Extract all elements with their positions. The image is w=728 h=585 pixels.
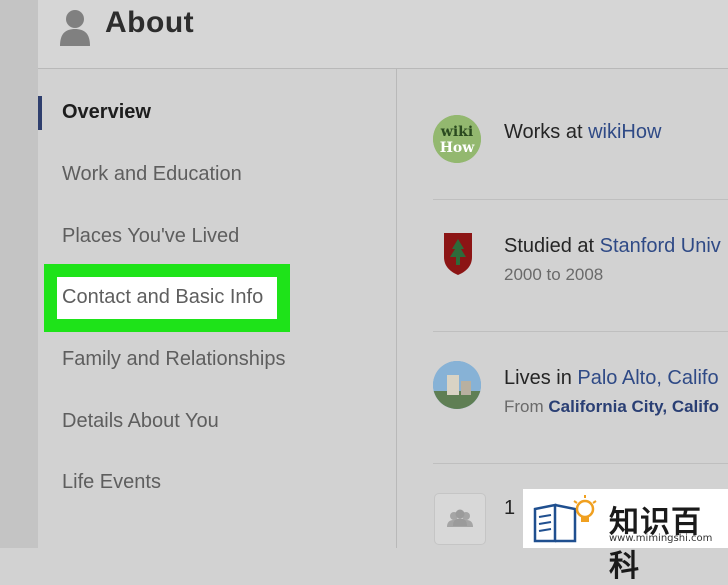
about-header: About bbox=[38, 0, 728, 69]
work-text: Works at wikiHow bbox=[504, 121, 661, 144]
overview-panel: wiki How Works at wikiHow Studied at Sta… bbox=[397, 69, 728, 548]
divider bbox=[433, 463, 728, 464]
svg-text:How: How bbox=[440, 140, 476, 156]
sidebar-item-work-education[interactable]: Work and Education bbox=[62, 163, 242, 186]
family-group-icon[interactable] bbox=[434, 493, 486, 545]
page-title: About bbox=[105, 6, 195, 39]
lives-prefix: Lives in bbox=[504, 367, 578, 389]
lives-text: Lives in Palo Alto, Califo bbox=[504, 367, 719, 390]
education-prefix: Studied at bbox=[504, 235, 600, 257]
sidebar-item-details-about-you[interactable]: Details About You bbox=[62, 410, 219, 433]
left-edge-strip bbox=[0, 0, 38, 548]
active-indicator bbox=[38, 96, 42, 130]
education-text: Studied at Stanford Univ bbox=[504, 235, 721, 258]
from-label: From bbox=[504, 397, 549, 416]
divider bbox=[433, 331, 728, 332]
work-org-link[interactable]: wikiHow bbox=[588, 121, 661, 143]
from-text: From California City, Califo bbox=[504, 397, 719, 417]
work-entry: wiki How Works at wikiHow bbox=[433, 115, 728, 175]
education-org-link[interactable]: Stanford Univ bbox=[600, 235, 721, 257]
watermark: 知识百科 www.mimingshi.com bbox=[523, 489, 728, 584]
stanford-logo-icon[interactable] bbox=[441, 229, 475, 277]
wikihow-logo-icon[interactable]: wiki How bbox=[433, 115, 481, 163]
lives-entry: Lives in Palo Alto, Califo From Californ… bbox=[433, 361, 728, 421]
svg-text:wiki: wiki bbox=[440, 124, 473, 140]
about-sidebar: Overview Work and Education Places You'v… bbox=[38, 69, 397, 548]
book-bulb-logo-icon bbox=[533, 495, 597, 543]
person-silhouette-icon bbox=[60, 10, 90, 46]
family-count: 1 bbox=[504, 497, 516, 519]
watermark-url: www.mimingshi.com bbox=[609, 533, 713, 544]
from-place-link[interactable]: California City, Califo bbox=[548, 397, 719, 416]
sidebar-item-family-relationships[interactable]: Family and Relationships bbox=[62, 348, 285, 371]
sidebar-item-overview[interactable]: Overview bbox=[62, 101, 151, 124]
education-entry: Studied at Stanford Univ 2000 to 2008 bbox=[433, 229, 728, 289]
education-years: 2000 to 2008 bbox=[504, 265, 604, 284]
sidebar-item-life-events[interactable]: Life Events bbox=[62, 471, 161, 494]
sidebar-item-places-lived[interactable]: Places You've Lived bbox=[62, 225, 239, 248]
divider bbox=[433, 199, 728, 200]
lives-place-link[interactable]: Palo Alto, Califo bbox=[577, 367, 718, 389]
work-prefix: Works at bbox=[504, 121, 589, 143]
place-photo-icon[interactable] bbox=[433, 361, 481, 409]
sidebar-item-contact-basic-info[interactable]: Contact and Basic Info bbox=[62, 286, 263, 309]
